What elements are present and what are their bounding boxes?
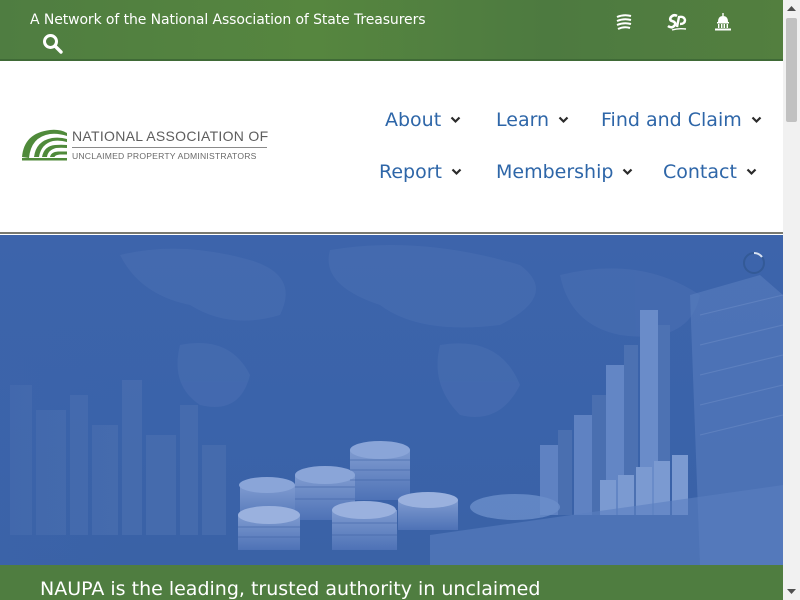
vertical-scrollbar[interactable] <box>783 0 800 600</box>
loading-spinner-icon <box>743 252 765 274</box>
logo-title: NATIONAL ASSOCIATION OF <box>72 128 269 144</box>
nav-about-label: About <box>385 109 442 131</box>
nav-report-label: Report <box>379 161 442 183</box>
naupa-logo-mark <box>22 129 67 161</box>
mission-statement: NAUPA is the leading, trusted authority … <box>40 578 541 600</box>
nav-learn[interactable]: Learn <box>496 109 569 131</box>
top-bar: A Network of the National Association of… <box>0 0 783 61</box>
nav-find-and-claim-label: Find and Claim <box>601 109 742 131</box>
hero-image <box>0 235 783 565</box>
naupa-logo[interactable]: NATIONAL ASSOCIATION OF UNCLAIMED PROPER… <box>20 127 270 167</box>
chevron-down-icon <box>558 116 569 124</box>
nav-learn-label: Learn <box>496 109 550 131</box>
mission-band: NAUPA is the leading, trusted authority … <box>0 565 783 600</box>
search-icon[interactable] <box>42 33 64 55</box>
nav-report[interactable]: Report <box>379 161 462 183</box>
nav-contact[interactable]: Contact <box>663 161 757 183</box>
logo-subtitle: UNCLAIMED PROPERTY ADMINISTRATORS <box>72 151 257 161</box>
stable-icon[interactable] <box>666 12 688 32</box>
nav-find-and-claim[interactable]: Find and Claim <box>601 109 762 131</box>
logo-divider <box>72 147 267 148</box>
chevron-down-icon <box>751 116 762 124</box>
scroll-down-arrow-icon[interactable] <box>783 583 800 600</box>
site-header: NATIONAL ASSOCIATION OF UNCLAIMED PROPER… <box>0 61 783 234</box>
network-tagline: A Network of the National Association of… <box>30 12 426 28</box>
chevron-down-icon <box>623 168 633 176</box>
nav-contact-label: Contact <box>663 161 737 183</box>
scrollbar-thumb[interactable] <box>786 18 797 122</box>
nav-membership[interactable]: Membership <box>496 161 633 183</box>
scroll-up-arrow-icon[interactable] <box>783 0 800 17</box>
capitol-icon[interactable] <box>713 12 733 32</box>
nav-membership-label: Membership <box>496 161 614 183</box>
chevron-down-icon <box>450 116 461 124</box>
chevron-down-icon <box>746 168 757 176</box>
hero-banner <box>0 235 783 565</box>
chevron-down-icon <box>451 168 462 176</box>
nast-icon[interactable] <box>614 12 634 32</box>
nav-about[interactable]: About <box>385 109 461 131</box>
